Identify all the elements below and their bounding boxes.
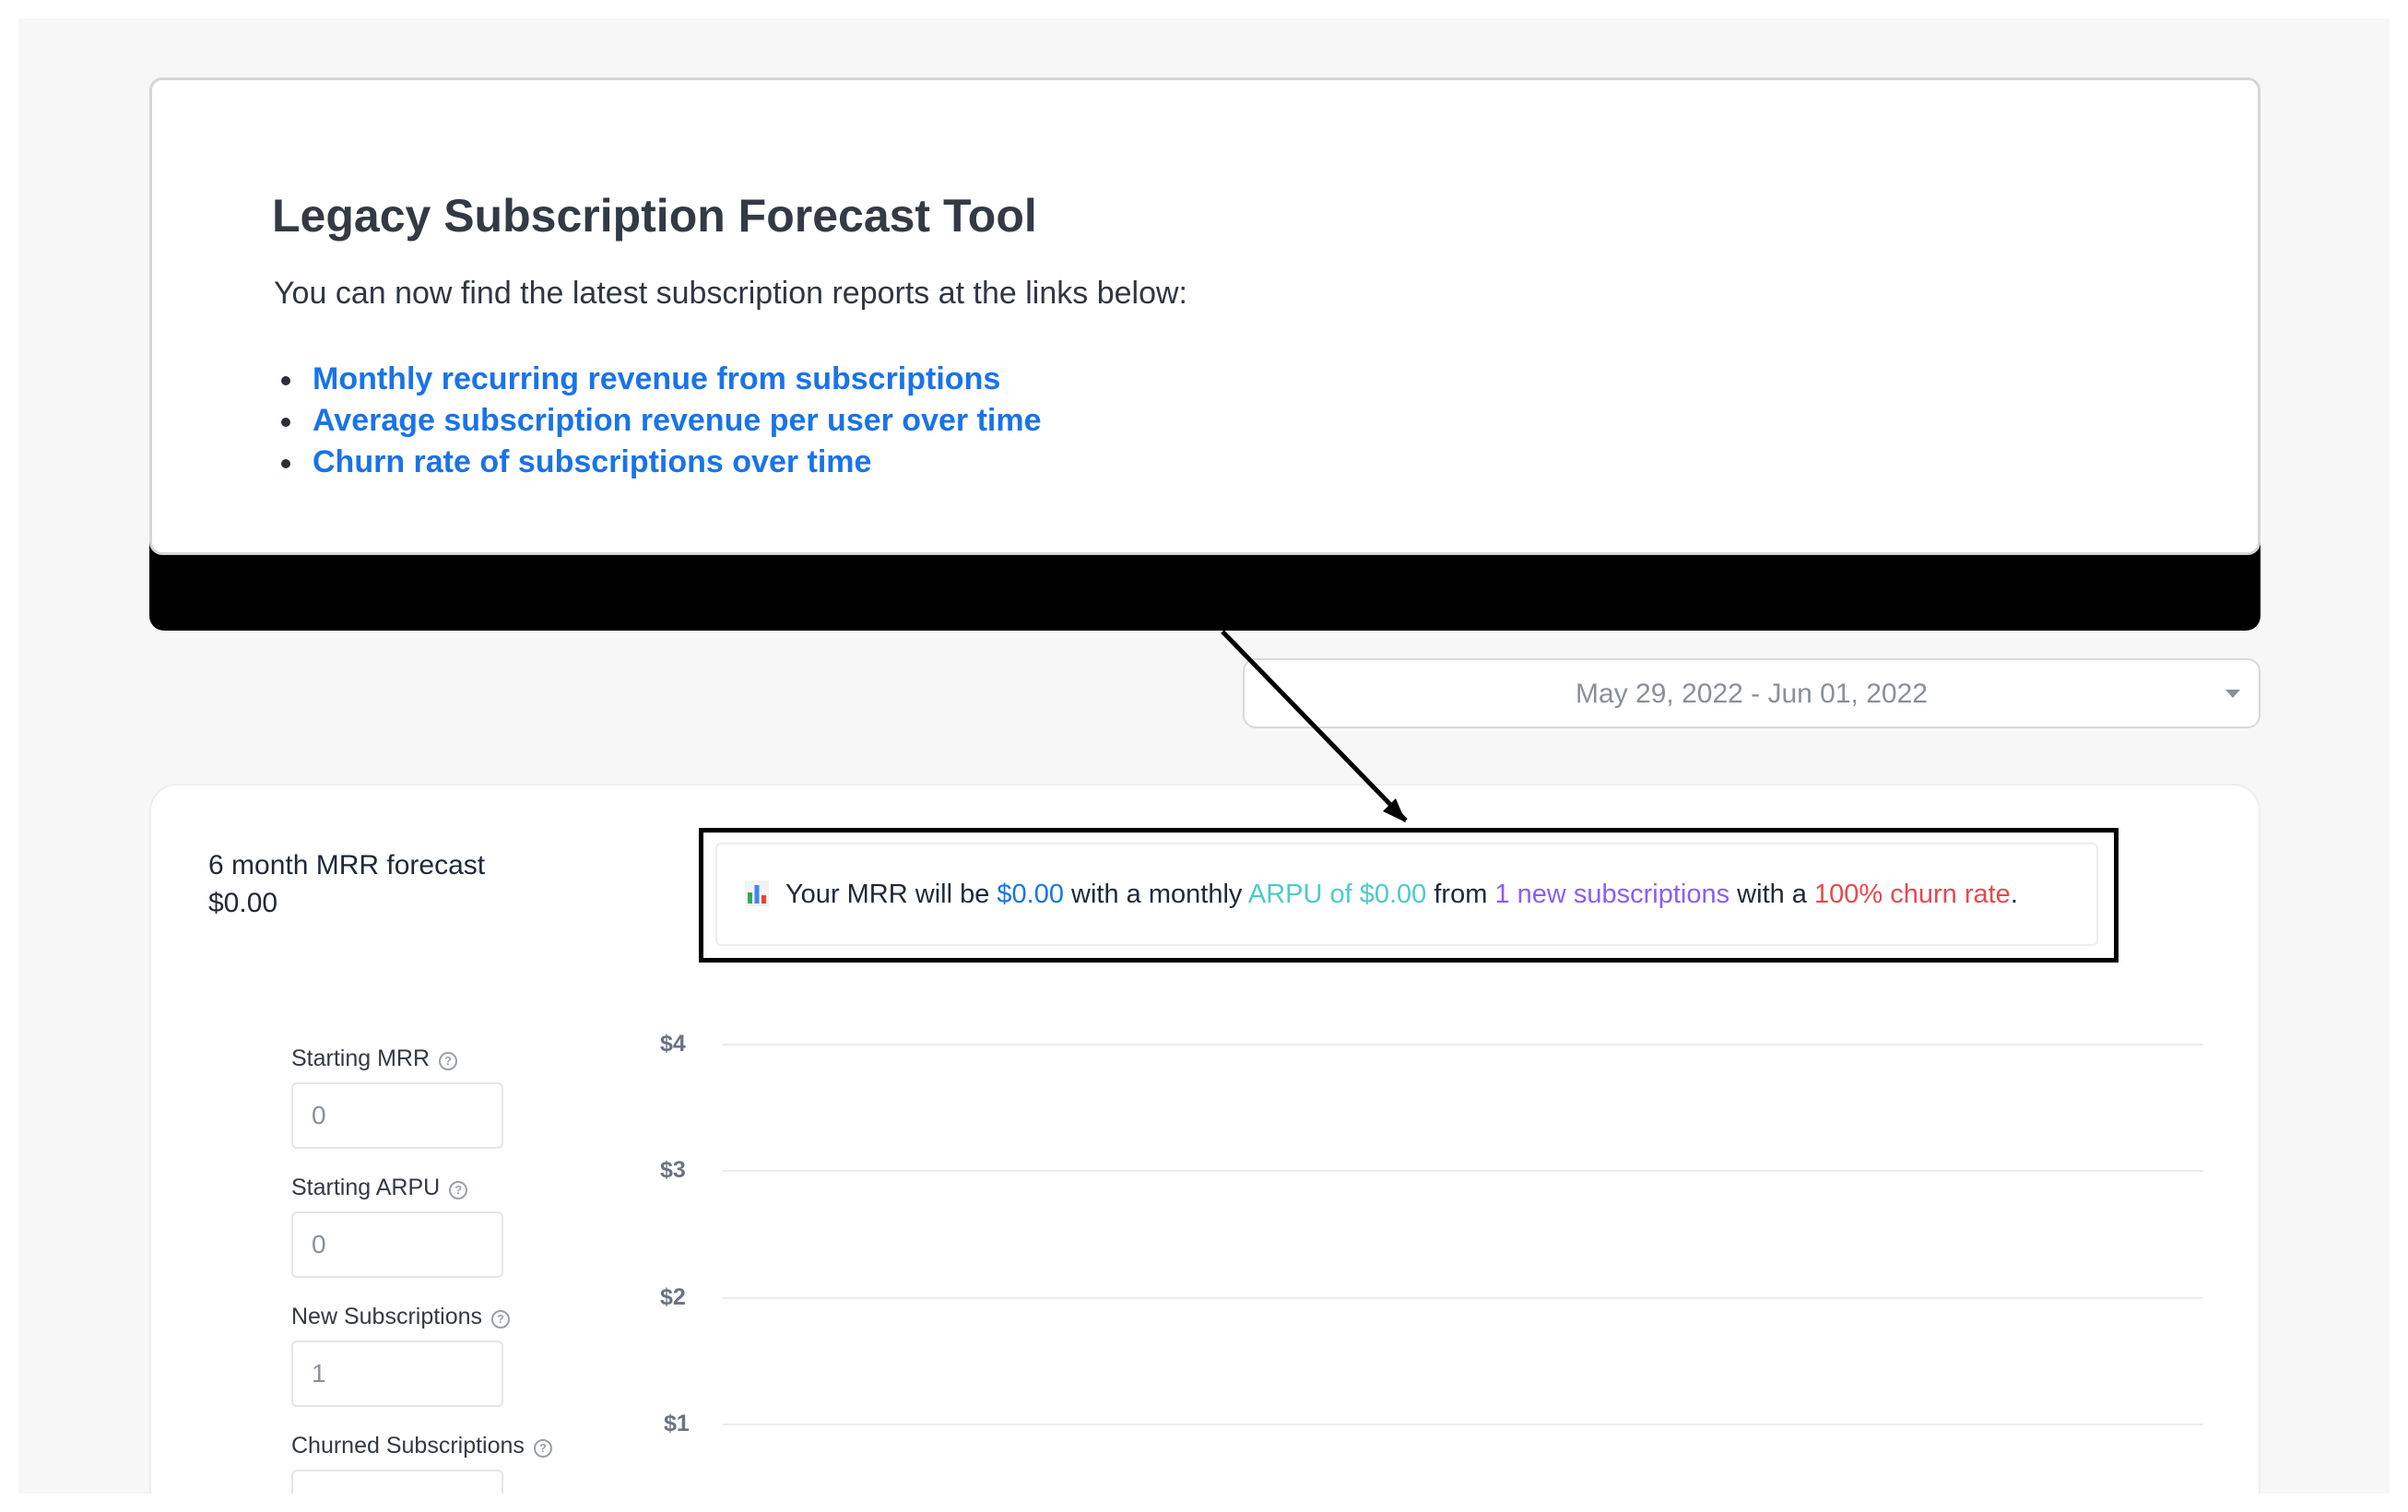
legacy-banner-panel: Legacy Subscription Forecast Tool You ca… [149,77,2260,555]
y-tick-label: $1 [664,1411,690,1436]
y-tick-label: $3 [660,1157,686,1183]
forecast-card: 6 month MRR forecast $0.00 Your MRR will… [149,784,2260,1494]
mrr-chart: $4 $3 $2 $1 [151,786,2262,1494]
page-title: Legacy Subscription Forecast Tool [272,190,1037,242]
y-tick-label: $2 [660,1284,686,1310]
chevron-down-icon [2225,690,2240,698]
mrr-report-link[interactable]: Monthly recurring revenue from subscript… [313,361,1000,396]
report-link-item: Average subscription revenue per user ov… [281,400,1041,442]
report-link-item: Churn rate of subscriptions over time [281,442,1041,483]
date-range-picker[interactable]: May 29, 2022 - Jun 01, 2022 [1243,658,2260,728]
date-range-value: May 29, 2022 - Jun 01, 2022 [1576,679,1928,709]
grid-line [723,1170,2203,1172]
churn-report-link[interactable]: Churn rate of subscriptions over time [313,444,871,479]
report-link-item: Monthly recurring revenue from subscript… [281,359,1041,400]
grid-line [723,1423,2203,1425]
y-tick-label: $4 [660,1031,686,1057]
page-canvas: Legacy Subscription Forecast Tool You ca… [18,18,2390,1494]
legacy-banner: Legacy Subscription Forecast Tool You ca… [149,77,2260,631]
arpu-report-link[interactable]: Average subscription revenue per user ov… [313,403,1041,438]
report-links-list: Monthly recurring revenue from subscript… [281,359,1041,483]
grid-line [723,1297,2203,1299]
banner-subtitle: You can now find the latest subscription… [274,276,1187,311]
grid-line [723,1044,2203,1045]
